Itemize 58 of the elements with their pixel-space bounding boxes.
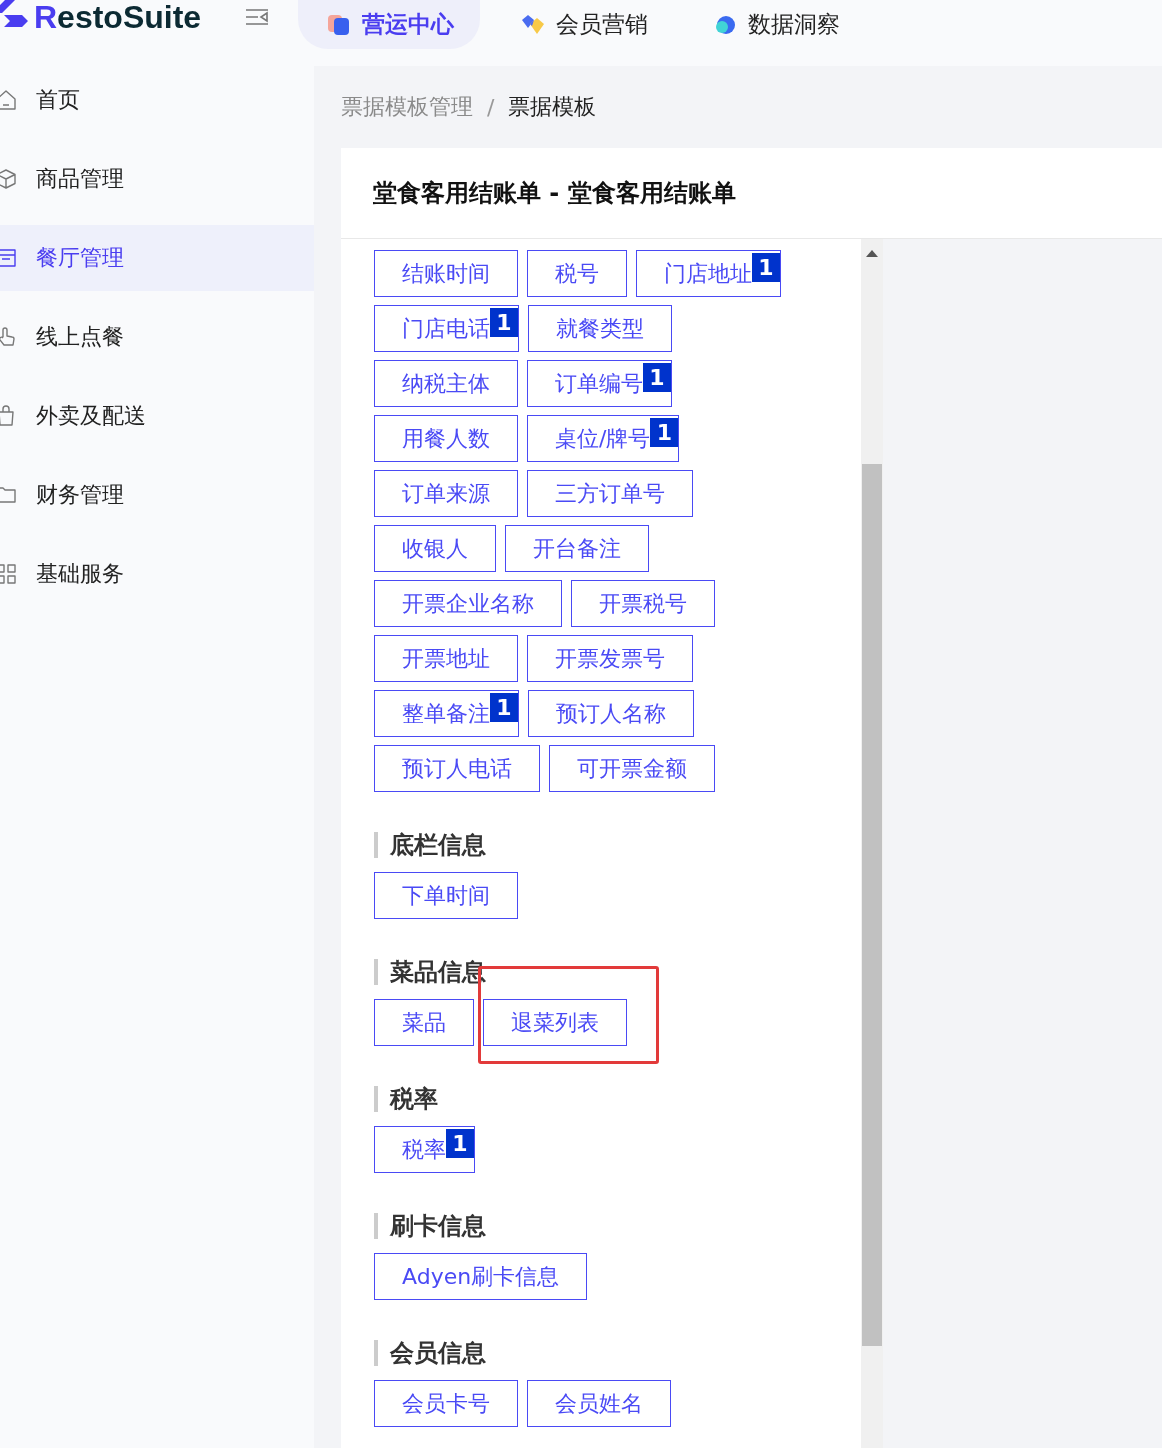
field-tag[interactable]: 预订人名称	[528, 690, 694, 737]
logo-text: RestoSuite	[34, 0, 202, 36]
hand-icon	[0, 325, 18, 349]
field-tag[interactable]: 会员姓名	[527, 1380, 671, 1427]
nav-tab[interactable]: 营运中心	[298, 0, 480, 49]
field-tag[interactable]: 开票税号	[571, 580, 715, 627]
sidebar-item[interactable]: 首页	[0, 67, 314, 133]
box-icon	[0, 167, 18, 191]
sidebar-item[interactable]: 基础服务	[0, 541, 314, 607]
field-tag[interactable]: 预订人电话	[374, 745, 540, 792]
count-badge: 1	[490, 308, 518, 337]
breadcrumb-item: 票据模板	[508, 93, 597, 121]
count-badge: 1	[446, 1129, 474, 1158]
count-badge: 1	[752, 253, 780, 282]
count-badge: 1	[650, 418, 679, 447]
field-tag[interactable]: 开票企业名称	[374, 580, 562, 627]
field-tag[interactable]: 可开票金额	[549, 745, 715, 792]
field-tag[interactable]: Adyen刷卡信息	[374, 1253, 588, 1300]
field-tag[interactable]: 结账时间	[374, 250, 518, 297]
field-tag[interactable]: 税号	[527, 250, 627, 297]
collapse-icon[interactable]	[245, 8, 270, 26]
card-title: 堂食客用结账单 - 堂食客用结账单	[341, 148, 1162, 239]
count-badge: 1	[643, 363, 671, 392]
field-tag[interactable]: 开台备注	[505, 525, 649, 572]
field-tag[interactable]: 下单时间	[374, 872, 518, 919]
scroll-thumb[interactable]	[862, 464, 882, 1346]
field-tag[interactable]: 税率 1	[374, 1126, 475, 1173]
shop-icon	[0, 246, 18, 270]
sidebar-item[interactable]: 商品管理	[0, 146, 314, 212]
breadcrumb-item[interactable]: 票据模板管理	[341, 92, 473, 122]
field-tag[interactable]: 开票地址	[374, 635, 518, 682]
breadcrumb-separator: /	[487, 94, 495, 120]
field-tag[interactable]: 退菜列表	[483, 999, 627, 1046]
field-tag[interactable]: 用餐人数	[374, 415, 518, 462]
field-tag[interactable]: 门店电话 1	[374, 305, 519, 352]
field-tag[interactable]: 收银人	[374, 525, 496, 572]
field-tag[interactable]: 开票发票号	[527, 635, 693, 682]
nav-tab[interactable]: 会员营销	[490, 0, 674, 49]
scroll-up-icon[interactable]	[866, 249, 878, 257]
field-tag[interactable]: 纳税主体	[374, 360, 518, 407]
field-tag[interactable]: 桌位/牌号 1	[527, 415, 680, 462]
sidebar-item[interactable]: 餐厅管理	[0, 225, 314, 291]
field-tag[interactable]: 菜品	[374, 999, 474, 1046]
scrollbar[interactable]	[861, 239, 883, 1448]
count-badge: 1	[490, 693, 518, 722]
field-tag[interactable]: 就餐类型	[528, 305, 672, 352]
home-icon	[0, 88, 18, 112]
field-tag[interactable]: 整单备注 1	[374, 690, 519, 737]
field-tag[interactable]: 会员卡号	[374, 1380, 518, 1427]
nav-tab[interactable]: 数据洞察	[684, 0, 866, 49]
field-tag[interactable]: 订单来源	[374, 470, 518, 517]
sidebar-item[interactable]: 外卖及配送	[0, 383, 314, 449]
grid-icon	[0, 562, 18, 586]
field-tag[interactable]: 门店地址 1	[636, 250, 781, 297]
field-tag[interactable]: 订单编号 1	[527, 360, 672, 407]
sidebar-item[interactable]: 财务管理	[0, 462, 314, 528]
sidebar-item[interactable]: 线上点餐	[0, 304, 314, 370]
field-tag[interactable]: 三方订单号	[527, 470, 693, 517]
